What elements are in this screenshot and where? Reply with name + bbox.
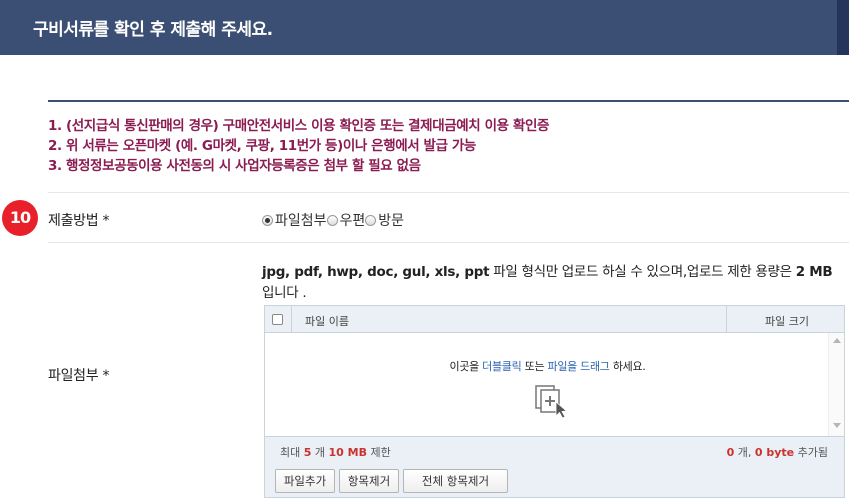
uploader-status: 최대 5 개 10 MB 제한 0 개, 0 byte 추가됨	[265, 436, 844, 464]
vertical-scrollbar[interactable]	[828, 333, 844, 436]
add-files-icon	[535, 385, 568, 419]
file-uploader: 파일 이름 파일 크기 이곳을 더블클릭 또는 파일을 드래그 하세요. 최대 …	[264, 305, 845, 465]
limit-text: 제한	[367, 446, 391, 459]
radio-checked-icon[interactable]	[262, 214, 273, 226]
remove-item-button[interactable]: 항목제거	[339, 469, 399, 493]
column-separator	[726, 306, 727, 333]
column-file-size[interactable]: 파일 크기	[765, 313, 809, 329]
notice-item: 1. (선지급식 통신판매의 경우) 구매안전서비스 이용 확인증 또는 결제대…	[48, 118, 549, 134]
add-file-button[interactable]: 파일추가	[275, 469, 335, 493]
added-text: 추가됨	[794, 446, 828, 459]
radio-label: 파일첨부	[275, 213, 327, 229]
drop-text: 또는	[521, 360, 548, 373]
added-text: 개,	[734, 446, 755, 459]
radio-label: 우편	[339, 213, 366, 229]
max-file-size: 10 MB	[328, 446, 367, 459]
radio-file-attach[interactable]: 파일첨부	[262, 210, 327, 230]
file-attach-label: 파일첨부 *	[48, 368, 110, 384]
remove-all-items-button[interactable]: 전체 항목제거	[403, 469, 508, 493]
column-separator	[291, 306, 292, 333]
radio-label: 방문	[378, 213, 405, 229]
section-divider	[48, 100, 849, 102]
row-divider	[48, 242, 849, 243]
notice-list: 1. (선지급식 통신판매의 경우) 구매안전서비스 이용 확인증 또는 결제대…	[48, 116, 549, 176]
limit-text: 개	[311, 446, 329, 459]
step-badge: 10	[2, 200, 38, 236]
scroll-up-icon[interactable]	[833, 338, 841, 343]
file-format-description: jpg, pdf, hwp, doc, gul, xls, ppt 파일 형식만…	[262, 262, 847, 304]
radio-unchecked-icon[interactable]	[365, 214, 377, 226]
upload-added-text: 0 개, 0 byte 추가됨	[727, 444, 828, 460]
added-file-size: 0 byte	[754, 446, 795, 459]
radio-unchecked-icon[interactable]	[326, 214, 338, 226]
notice-item: 3. 행정정보공동이용 사전동의 시 사업자등록증은 첨부 할 필요 없음	[48, 158, 421, 174]
scroll-down-icon[interactable]	[833, 423, 841, 428]
format-text: 파일 형식만 업로드 하실 수 있으며,업로드 제한 용량은	[489, 264, 796, 280]
column-file-name[interactable]: 파일 이름	[305, 313, 349, 329]
notice-item: 2. 위 서류는 오픈마켓 (예. G마켓, 쿠팡, 11번가 등)이나 은행에…	[48, 138, 476, 154]
format-text-end: 입니다 .	[262, 285, 307, 301]
page-header: 구비서류를 확인 후 제출해 주세요.	[0, 0, 849, 55]
submission-method-radio-group: 파일첨부 우편 방문	[262, 210, 404, 230]
size-limit: 2 MB	[795, 264, 833, 280]
drop-text: 하세요.	[609, 360, 646, 373]
page-title: 구비서류를 확인 후 제출해 주세요.	[33, 20, 273, 40]
limit-text: 최대	[280, 446, 304, 459]
row-divider	[48, 192, 849, 193]
drop-text: 이곳을	[449, 360, 483, 373]
file-drop-zone[interactable]: 이곳을 더블클릭 또는 파일을 드래그 하세요.	[265, 333, 844, 436]
allowed-formats: jpg, pdf, hwp, doc, gul, xls, ppt	[262, 264, 490, 280]
header-accent	[837, 0, 849, 55]
radio-mail[interactable]: 우편	[326, 210, 366, 230]
drop-highlight: 파일을 드래그	[547, 360, 610, 373]
drop-instruction: 이곳을 더블클릭 또는 파일을 드래그 하세요.	[265, 358, 830, 374]
select-all-checkbox[interactable]	[272, 314, 283, 325]
submission-method-label: 제출방법 *	[48, 213, 110, 229]
drop-highlight: 더블클릭	[482, 360, 522, 373]
upload-limit-text: 최대 5 개 10 MB 제한	[280, 444, 391, 460]
uploader-header: 파일 이름 파일 크기	[265, 306, 844, 333]
uploader-button-bar: 파일추가 항목제거 전체 항목제거	[264, 464, 845, 498]
radio-visit[interactable]: 방문	[365, 210, 404, 230]
